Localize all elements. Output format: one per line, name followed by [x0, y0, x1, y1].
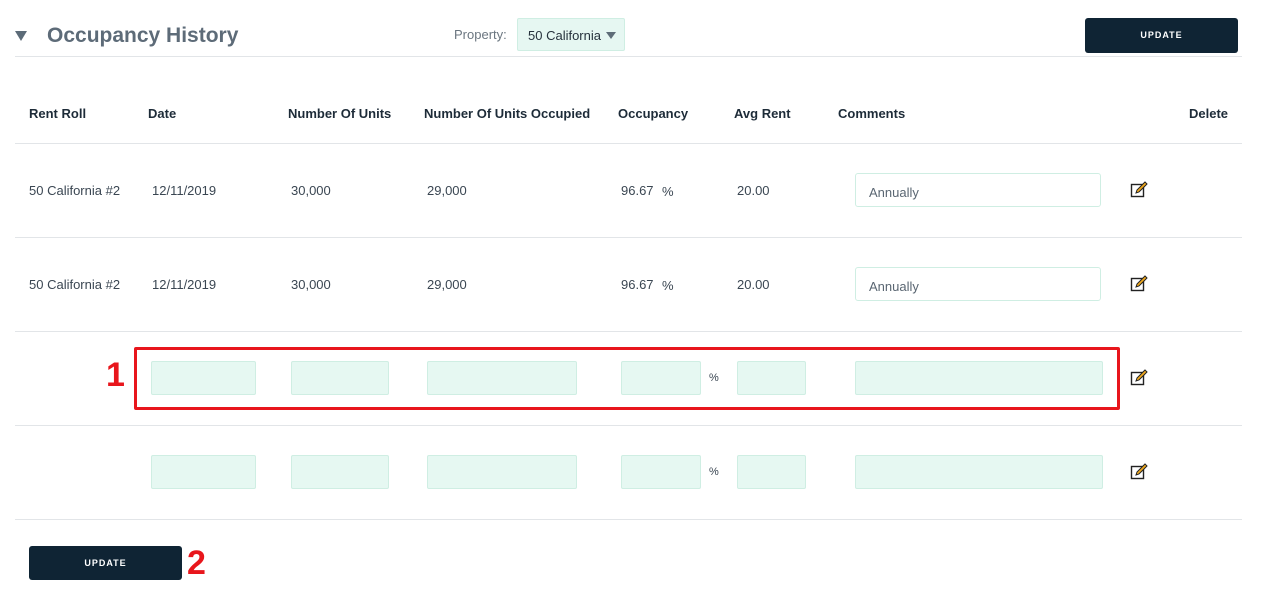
cell-date: 12/11/2019 [152, 183, 217, 198]
cell-percent-sign: % [662, 278, 674, 293]
col-header-comments: Comments [838, 106, 906, 121]
col-header-rent-roll: Rent Roll [29, 106, 87, 121]
col-header-occupancy: Occupancy [618, 106, 689, 121]
col-header-units-occupied: Number Of Units Occupied [424, 106, 591, 121]
update-button-top[interactable]: UPDATE [1085, 18, 1238, 53]
cell-units-occupied: 29,000 [427, 277, 467, 292]
col-header-number-of-units: Number Of Units [288, 106, 392, 121]
row-divider [15, 143, 1242, 144]
comment-field[interactable]: Annually [855, 267, 1101, 301]
units-input[interactable] [291, 455, 389, 489]
annotation-marker-2: 2 [187, 544, 206, 582]
cell-rent-roll: 50 California #2 [29, 277, 121, 292]
cell-percent-sign: % [662, 184, 674, 199]
edit-pencil-icon[interactable] [1130, 275, 1148, 293]
section-title: Occupancy History [47, 24, 239, 47]
comment-value: Annually [869, 279, 919, 294]
col-header-delete: Delete [1189, 106, 1229, 121]
property-label: Property: [454, 27, 507, 42]
property-select-value: 50 California [528, 28, 601, 43]
cell-avg-rent: 20.00 [737, 183, 770, 198]
collapse-triangle-icon[interactable] [15, 31, 27, 41]
row-divider [15, 425, 1242, 426]
avg-rent-input[interactable] [737, 455, 806, 489]
occupancy-input[interactable] [621, 455, 701, 489]
cell-units: 30,000 [291, 183, 331, 198]
edit-pencil-icon[interactable] [1130, 181, 1148, 199]
date-input[interactable] [151, 455, 256, 489]
annotation-marker-1: 1 [106, 356, 125, 394]
cell-occupancy: 96.67 [621, 183, 654, 198]
header-divider [15, 56, 1242, 57]
row-divider [15, 331, 1242, 332]
percent-sign: % [709, 466, 719, 478]
cell-avg-rent: 20.00 [737, 277, 770, 292]
col-header-avg-rent: Avg Rent [734, 106, 791, 121]
cell-units: 30,000 [291, 277, 331, 292]
cell-date: 12/11/2019 [152, 277, 217, 292]
comment-field[interactable]: Annually [855, 173, 1101, 207]
comment-value: Annually [869, 185, 919, 200]
col-header-date: Date [148, 106, 177, 121]
row-divider [15, 519, 1242, 520]
cell-rent-roll: 50 California #2 [29, 183, 121, 198]
property-select[interactable]: 50 California [517, 18, 625, 51]
cell-units-occupied: 29,000 [427, 183, 467, 198]
highlight-box [134, 347, 1120, 410]
caret-down-icon [606, 32, 616, 39]
update-button-bottom[interactable]: UPDATE [29, 546, 182, 580]
units-occupied-input[interactable] [427, 455, 577, 489]
edit-pencil-icon[interactable] [1130, 463, 1148, 481]
comments-input[interactable] [855, 455, 1103, 489]
edit-pencil-icon[interactable] [1130, 369, 1148, 387]
cell-occupancy: 96.67 [621, 277, 654, 292]
row-divider [15, 237, 1242, 238]
